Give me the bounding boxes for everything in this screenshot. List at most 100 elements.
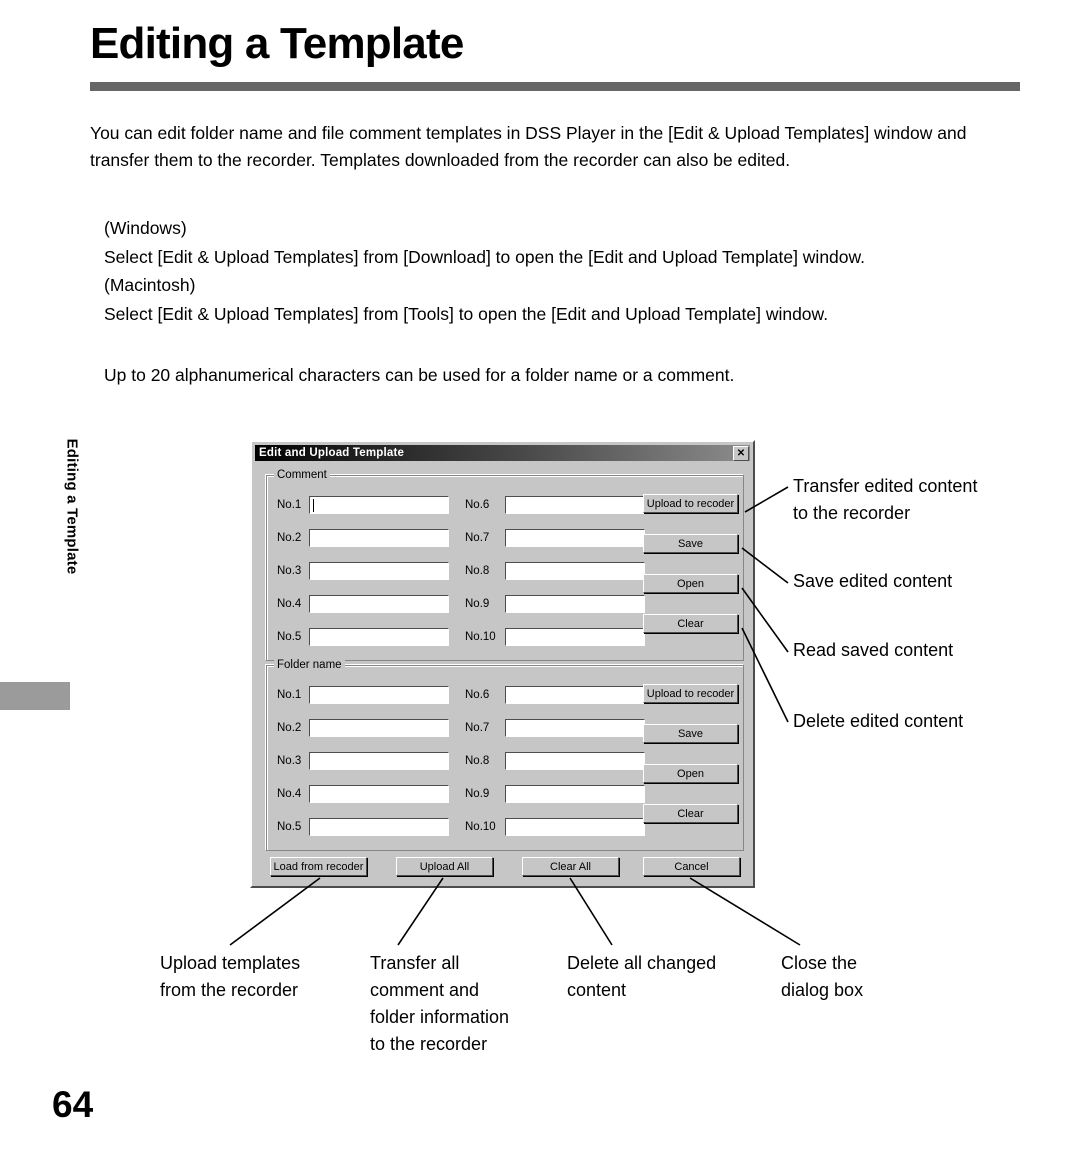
dialog-titlebar[interactable]: Edit and Upload Template ✕	[255, 445, 750, 461]
folder-field-label-1: No.1	[277, 689, 302, 701]
page-number: 64	[52, 1084, 94, 1125]
comment-field-row-3: No.3	[277, 561, 449, 581]
comment-input-8[interactable]	[505, 562, 645, 580]
leader-line-upload-templates	[229, 877, 321, 946]
folder-field-label-5: No.5	[277, 821, 302, 833]
leader-line-delete-all	[569, 877, 613, 946]
comment-field-row-7: No.7	[465, 528, 645, 548]
folder-input-10[interactable]	[505, 818, 645, 836]
comment-field-label-7: No.7	[465, 532, 490, 544]
intro-paragraph-text: You can edit folder name and file commen…	[90, 123, 972, 171]
comment-input-9[interactable]	[505, 595, 645, 613]
side-tab-marker	[0, 682, 70, 710]
folder-field-row-9: No.9	[465, 784, 645, 804]
dialog-title: Edit and Upload Template	[259, 447, 405, 459]
folder-input-7[interactable]	[505, 719, 645, 737]
folder-input-2[interactable]	[309, 719, 449, 737]
load-from-recorder-button[interactable]: Load from recoder	[270, 857, 367, 876]
folder-field-row-10: No.10	[465, 817, 645, 837]
intro-paragraph: You can edit folder name and file commen…	[90, 120, 1025, 174]
folder-input-8[interactable]	[505, 752, 645, 770]
comment-field-label-6: No.6	[465, 499, 490, 511]
comment-upload-to-recorder-button[interactable]: Upload to recoder	[643, 494, 738, 513]
comment-field-label-4: No.4	[277, 598, 302, 610]
folder-clear-button[interactable]: Clear	[643, 804, 738, 823]
folder-field-label-10: No.10	[465, 821, 496, 833]
callout-close-dialog: Close the dialog box	[781, 953, 864, 1000]
character-limit-note-text: Up to 20 alphanumerical characters can b…	[104, 365, 735, 385]
comment-input-10[interactable]	[505, 628, 645, 646]
comment-field-row-9: No.9	[465, 594, 645, 614]
folder-open-button[interactable]: Open	[643, 764, 738, 783]
folder-field-row-1: No.1	[277, 685, 449, 705]
comment-field-row-5: No.5	[277, 627, 449, 647]
comment-save-button[interactable]: Save	[643, 534, 738, 553]
folder-field-row-2: No.2	[277, 718, 449, 738]
folder-input-3[interactable]	[309, 752, 449, 770]
folder-field-row-4: No.4	[277, 784, 449, 804]
folder-field-label-2: No.2	[277, 722, 302, 734]
comment-field-row-4: No.4	[277, 594, 449, 614]
folder-field-row-8: No.8	[465, 751, 645, 771]
callout-transfer-all: Transfer all comment and folder informat…	[370, 953, 510, 1054]
text-caret	[313, 499, 314, 512]
leader-line-transfer-all	[397, 877, 444, 946]
callout-delete-edited-content: Delete edited content	[793, 711, 964, 731]
callout-delete-all: Delete all changed content	[567, 953, 717, 1000]
comment-input-4[interactable]	[309, 595, 449, 613]
callout-upload-templates: Upload templates from the recorder	[160, 953, 301, 1000]
folder-field-label-3: No.3	[277, 755, 302, 767]
folder-input-6[interactable]	[505, 686, 645, 704]
folder-field-label-6: No.6	[465, 689, 490, 701]
leader-line-close-dialog	[689, 877, 801, 946]
comment-clear-button[interactable]: Clear	[643, 614, 738, 633]
comment-input-5[interactable]	[309, 628, 449, 646]
comment-field-label-1: No.1	[277, 499, 302, 511]
folder-field-row-7: No.7	[465, 718, 645, 738]
close-icon[interactable]: ✕	[733, 446, 749, 461]
folder-name-groupbox-legend: Folder name	[274, 659, 345, 671]
comment-input-7[interactable]	[505, 529, 645, 547]
page-title: Editing a Template	[90, 19, 464, 68]
callout-transfer-edited-content: Transfer edited content to the recorder	[793, 476, 978, 523]
folder-field-label-9: No.9	[465, 788, 490, 800]
folder-field-label-7: No.7	[465, 722, 490, 734]
comment-field-label-9: No.9	[465, 598, 490, 610]
folder-upload-to-recorder-button[interactable]: Upload to recoder	[643, 684, 738, 703]
comment-field-label-3: No.3	[277, 565, 302, 577]
comment-input-2[interactable]	[309, 529, 449, 547]
comment-field-row-8: No.8	[465, 561, 645, 581]
folder-input-1[interactable]	[309, 686, 449, 704]
folder-field-row-3: No.3	[277, 751, 449, 771]
side-tab-label: Editing a Template	[63, 438, 81, 575]
edit-and-upload-template-dialog: Edit and Upload Template ✕ Comment No.1 …	[250, 440, 755, 888]
title-rule	[90, 82, 1020, 91]
comment-field-row-6: No.6	[465, 495, 645, 515]
comment-input-3[interactable]	[309, 562, 449, 580]
folder-field-row-6: No.6	[465, 685, 645, 705]
folder-field-row-5: No.5	[277, 817, 449, 837]
folder-input-9[interactable]	[505, 785, 645, 803]
comment-input-6[interactable]	[505, 496, 645, 514]
folder-input-5[interactable]	[309, 818, 449, 836]
comment-field-label-8: No.8	[465, 565, 490, 577]
comment-groupbox-legend: Comment	[274, 469, 330, 481]
comment-field-label-2: No.2	[277, 532, 302, 544]
comment-field-row-10: No.10	[465, 627, 645, 647]
callout-read-saved-content: Read saved content	[793, 640, 954, 660]
upload-all-button[interactable]: Upload All	[396, 857, 493, 876]
folder-save-button[interactable]: Save	[643, 724, 738, 743]
folder-field-label-4: No.4	[277, 788, 302, 800]
platform-instructions: (Windows) Select [Edit & Upload Template…	[104, 214, 1029, 328]
comment-open-button[interactable]: Open	[643, 574, 738, 593]
clear-all-button[interactable]: Clear All	[522, 857, 619, 876]
comment-input-1[interactable]	[309, 496, 449, 514]
callout-save-edited-content: Save edited content	[793, 571, 953, 591]
comment-field-label-5: No.5	[277, 631, 302, 643]
comment-field-label-10: No.10	[465, 631, 496, 643]
comment-field-row-1: No.1	[277, 495, 449, 515]
folder-field-label-8: No.8	[465, 755, 490, 767]
character-limit-note: Up to 20 alphanumerical characters can b…	[104, 362, 1029, 389]
folder-input-4[interactable]	[309, 785, 449, 803]
cancel-button[interactable]: Cancel	[643, 857, 740, 876]
